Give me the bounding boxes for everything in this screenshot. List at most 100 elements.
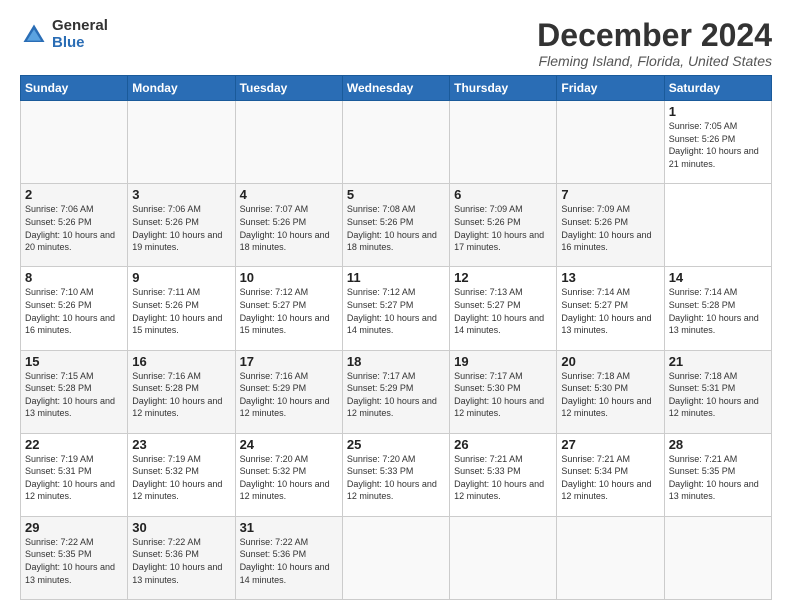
col-thursday: Thursday	[450, 76, 557, 101]
day-info: Sunrise: 7:08 AMSunset: 5:26 PMDaylight:…	[347, 203, 445, 253]
day-number: 16	[132, 354, 230, 369]
day-number: 31	[240, 520, 338, 535]
day-number: 13	[561, 270, 659, 285]
day-info: Sunrise: 7:17 AMSunset: 5:30 PMDaylight:…	[454, 370, 552, 420]
day-number: 1	[669, 104, 767, 119]
table-row: 13Sunrise: 7:14 AMSunset: 5:27 PMDayligh…	[557, 267, 664, 350]
day-number: 4	[240, 187, 338, 202]
table-row: 14Sunrise: 7:14 AMSunset: 5:28 PMDayligh…	[664, 267, 771, 350]
empty-cell	[235, 101, 342, 184]
logo: General Blue	[20, 18, 108, 51]
day-number: 22	[25, 437, 123, 452]
day-info: Sunrise: 7:22 AMSunset: 5:36 PMDaylight:…	[132, 536, 230, 586]
day-info: Sunrise: 7:05 AMSunset: 5:26 PMDaylight:…	[669, 120, 767, 170]
table-row: 21Sunrise: 7:18 AMSunset: 5:31 PMDayligh…	[664, 350, 771, 433]
day-info: Sunrise: 7:15 AMSunset: 5:28 PMDaylight:…	[25, 370, 123, 420]
table-row: 27Sunrise: 7:21 AMSunset: 5:34 PMDayligh…	[557, 433, 664, 516]
day-number: 9	[132, 270, 230, 285]
table-row: 26Sunrise: 7:21 AMSunset: 5:33 PMDayligh…	[450, 433, 557, 516]
day-number: 17	[240, 354, 338, 369]
table-row: 5Sunrise: 7:08 AMSunset: 5:26 PMDaylight…	[342, 184, 449, 267]
day-info: Sunrise: 7:13 AMSunset: 5:27 PMDaylight:…	[454, 286, 552, 336]
table-row: 25Sunrise: 7:20 AMSunset: 5:33 PMDayligh…	[342, 433, 449, 516]
table-row: 19Sunrise: 7:17 AMSunset: 5:30 PMDayligh…	[450, 350, 557, 433]
logo-blue: Blue	[52, 35, 108, 52]
empty-cell	[664, 516, 771, 599]
col-friday: Friday	[557, 76, 664, 101]
calendar-week-1: 1Sunrise: 7:05 AMSunset: 5:26 PMDaylight…	[21, 101, 772, 184]
table-row: 18Sunrise: 7:17 AMSunset: 5:29 PMDayligh…	[342, 350, 449, 433]
day-number: 28	[669, 437, 767, 452]
col-monday: Monday	[128, 76, 235, 101]
table-row: 17Sunrise: 7:16 AMSunset: 5:29 PMDayligh…	[235, 350, 342, 433]
day-number: 11	[347, 270, 445, 285]
day-number: 15	[25, 354, 123, 369]
day-number: 19	[454, 354, 552, 369]
table-row: 3Sunrise: 7:06 AMSunset: 5:26 PMDaylight…	[128, 184, 235, 267]
day-info: Sunrise: 7:14 AMSunset: 5:27 PMDaylight:…	[561, 286, 659, 336]
table-row: 16Sunrise: 7:16 AMSunset: 5:28 PMDayligh…	[128, 350, 235, 433]
day-info: Sunrise: 7:19 AMSunset: 5:31 PMDaylight:…	[25, 453, 123, 503]
page: General Blue December 2024 Fleming Islan…	[0, 0, 792, 612]
title-block: December 2024 Fleming Island, Florida, U…	[537, 18, 772, 69]
day-number: 29	[25, 520, 123, 535]
day-info: Sunrise: 7:21 AMSunset: 5:35 PMDaylight:…	[669, 453, 767, 503]
day-info: Sunrise: 7:07 AMSunset: 5:26 PMDaylight:…	[240, 203, 338, 253]
day-number: 10	[240, 270, 338, 285]
header: General Blue December 2024 Fleming Islan…	[20, 18, 772, 69]
day-number: 25	[347, 437, 445, 452]
col-wednesday: Wednesday	[342, 76, 449, 101]
calendar-header-row: Sunday Monday Tuesday Wednesday Thursday…	[21, 76, 772, 101]
day-info: Sunrise: 7:17 AMSunset: 5:29 PMDaylight:…	[347, 370, 445, 420]
day-number: 24	[240, 437, 338, 452]
day-number: 8	[25, 270, 123, 285]
logo-icon	[20, 21, 48, 49]
day-number: 26	[454, 437, 552, 452]
empty-cell	[128, 101, 235, 184]
calendar-week-4: 15Sunrise: 7:15 AMSunset: 5:28 PMDayligh…	[21, 350, 772, 433]
table-row: 20Sunrise: 7:18 AMSunset: 5:30 PMDayligh…	[557, 350, 664, 433]
col-sunday: Sunday	[21, 76, 128, 101]
day-number: 3	[132, 187, 230, 202]
table-row: 31Sunrise: 7:22 AMSunset: 5:36 PMDayligh…	[235, 516, 342, 599]
table-row: 15Sunrise: 7:15 AMSunset: 5:28 PMDayligh…	[21, 350, 128, 433]
day-number: 18	[347, 354, 445, 369]
day-info: Sunrise: 7:06 AMSunset: 5:26 PMDaylight:…	[25, 203, 123, 253]
logo-general: General	[52, 18, 108, 35]
main-title: December 2024	[537, 18, 772, 53]
table-row: 30Sunrise: 7:22 AMSunset: 5:36 PMDayligh…	[128, 516, 235, 599]
day-info: Sunrise: 7:21 AMSunset: 5:34 PMDaylight:…	[561, 453, 659, 503]
day-info: Sunrise: 7:09 AMSunset: 5:26 PMDaylight:…	[454, 203, 552, 253]
day-info: Sunrise: 7:12 AMSunset: 5:27 PMDaylight:…	[240, 286, 338, 336]
day-info: Sunrise: 7:18 AMSunset: 5:31 PMDaylight:…	[669, 370, 767, 420]
day-number: 30	[132, 520, 230, 535]
calendar-week-5: 22Sunrise: 7:19 AMSunset: 5:31 PMDayligh…	[21, 433, 772, 516]
table-row: 24Sunrise: 7:20 AMSunset: 5:32 PMDayligh…	[235, 433, 342, 516]
table-row: 6Sunrise: 7:09 AMSunset: 5:26 PMDaylight…	[450, 184, 557, 267]
day-info: Sunrise: 7:18 AMSunset: 5:30 PMDaylight:…	[561, 370, 659, 420]
table-row: 9Sunrise: 7:11 AMSunset: 5:26 PMDaylight…	[128, 267, 235, 350]
empty-cell	[450, 516, 557, 599]
day-info: Sunrise: 7:16 AMSunset: 5:29 PMDaylight:…	[240, 370, 338, 420]
table-row: 2Sunrise: 7:06 AMSunset: 5:26 PMDaylight…	[21, 184, 128, 267]
day-info: Sunrise: 7:09 AMSunset: 5:26 PMDaylight:…	[561, 203, 659, 253]
day-number: 6	[454, 187, 552, 202]
col-tuesday: Tuesday	[235, 76, 342, 101]
subtitle: Fleming Island, Florida, United States	[537, 53, 772, 69]
day-number: 2	[25, 187, 123, 202]
empty-cell	[342, 101, 449, 184]
empty-cell	[557, 101, 664, 184]
day-number: 20	[561, 354, 659, 369]
calendar-week-3: 8Sunrise: 7:10 AMSunset: 5:26 PMDaylight…	[21, 267, 772, 350]
day-number: 14	[669, 270, 767, 285]
logo-text: General Blue	[52, 18, 108, 51]
day-info: Sunrise: 7:12 AMSunset: 5:27 PMDaylight:…	[347, 286, 445, 336]
calendar-week-2: 2Sunrise: 7:06 AMSunset: 5:26 PMDaylight…	[21, 184, 772, 267]
day-info: Sunrise: 7:14 AMSunset: 5:28 PMDaylight:…	[669, 286, 767, 336]
table-row: 23Sunrise: 7:19 AMSunset: 5:32 PMDayligh…	[128, 433, 235, 516]
empty-cell	[21, 101, 128, 184]
day-info: Sunrise: 7:22 AMSunset: 5:36 PMDaylight:…	[240, 536, 338, 586]
day-info: Sunrise: 7:21 AMSunset: 5:33 PMDaylight:…	[454, 453, 552, 503]
calendar-week-6: 29Sunrise: 7:22 AMSunset: 5:35 PMDayligh…	[21, 516, 772, 599]
table-row: 12Sunrise: 7:13 AMSunset: 5:27 PMDayligh…	[450, 267, 557, 350]
